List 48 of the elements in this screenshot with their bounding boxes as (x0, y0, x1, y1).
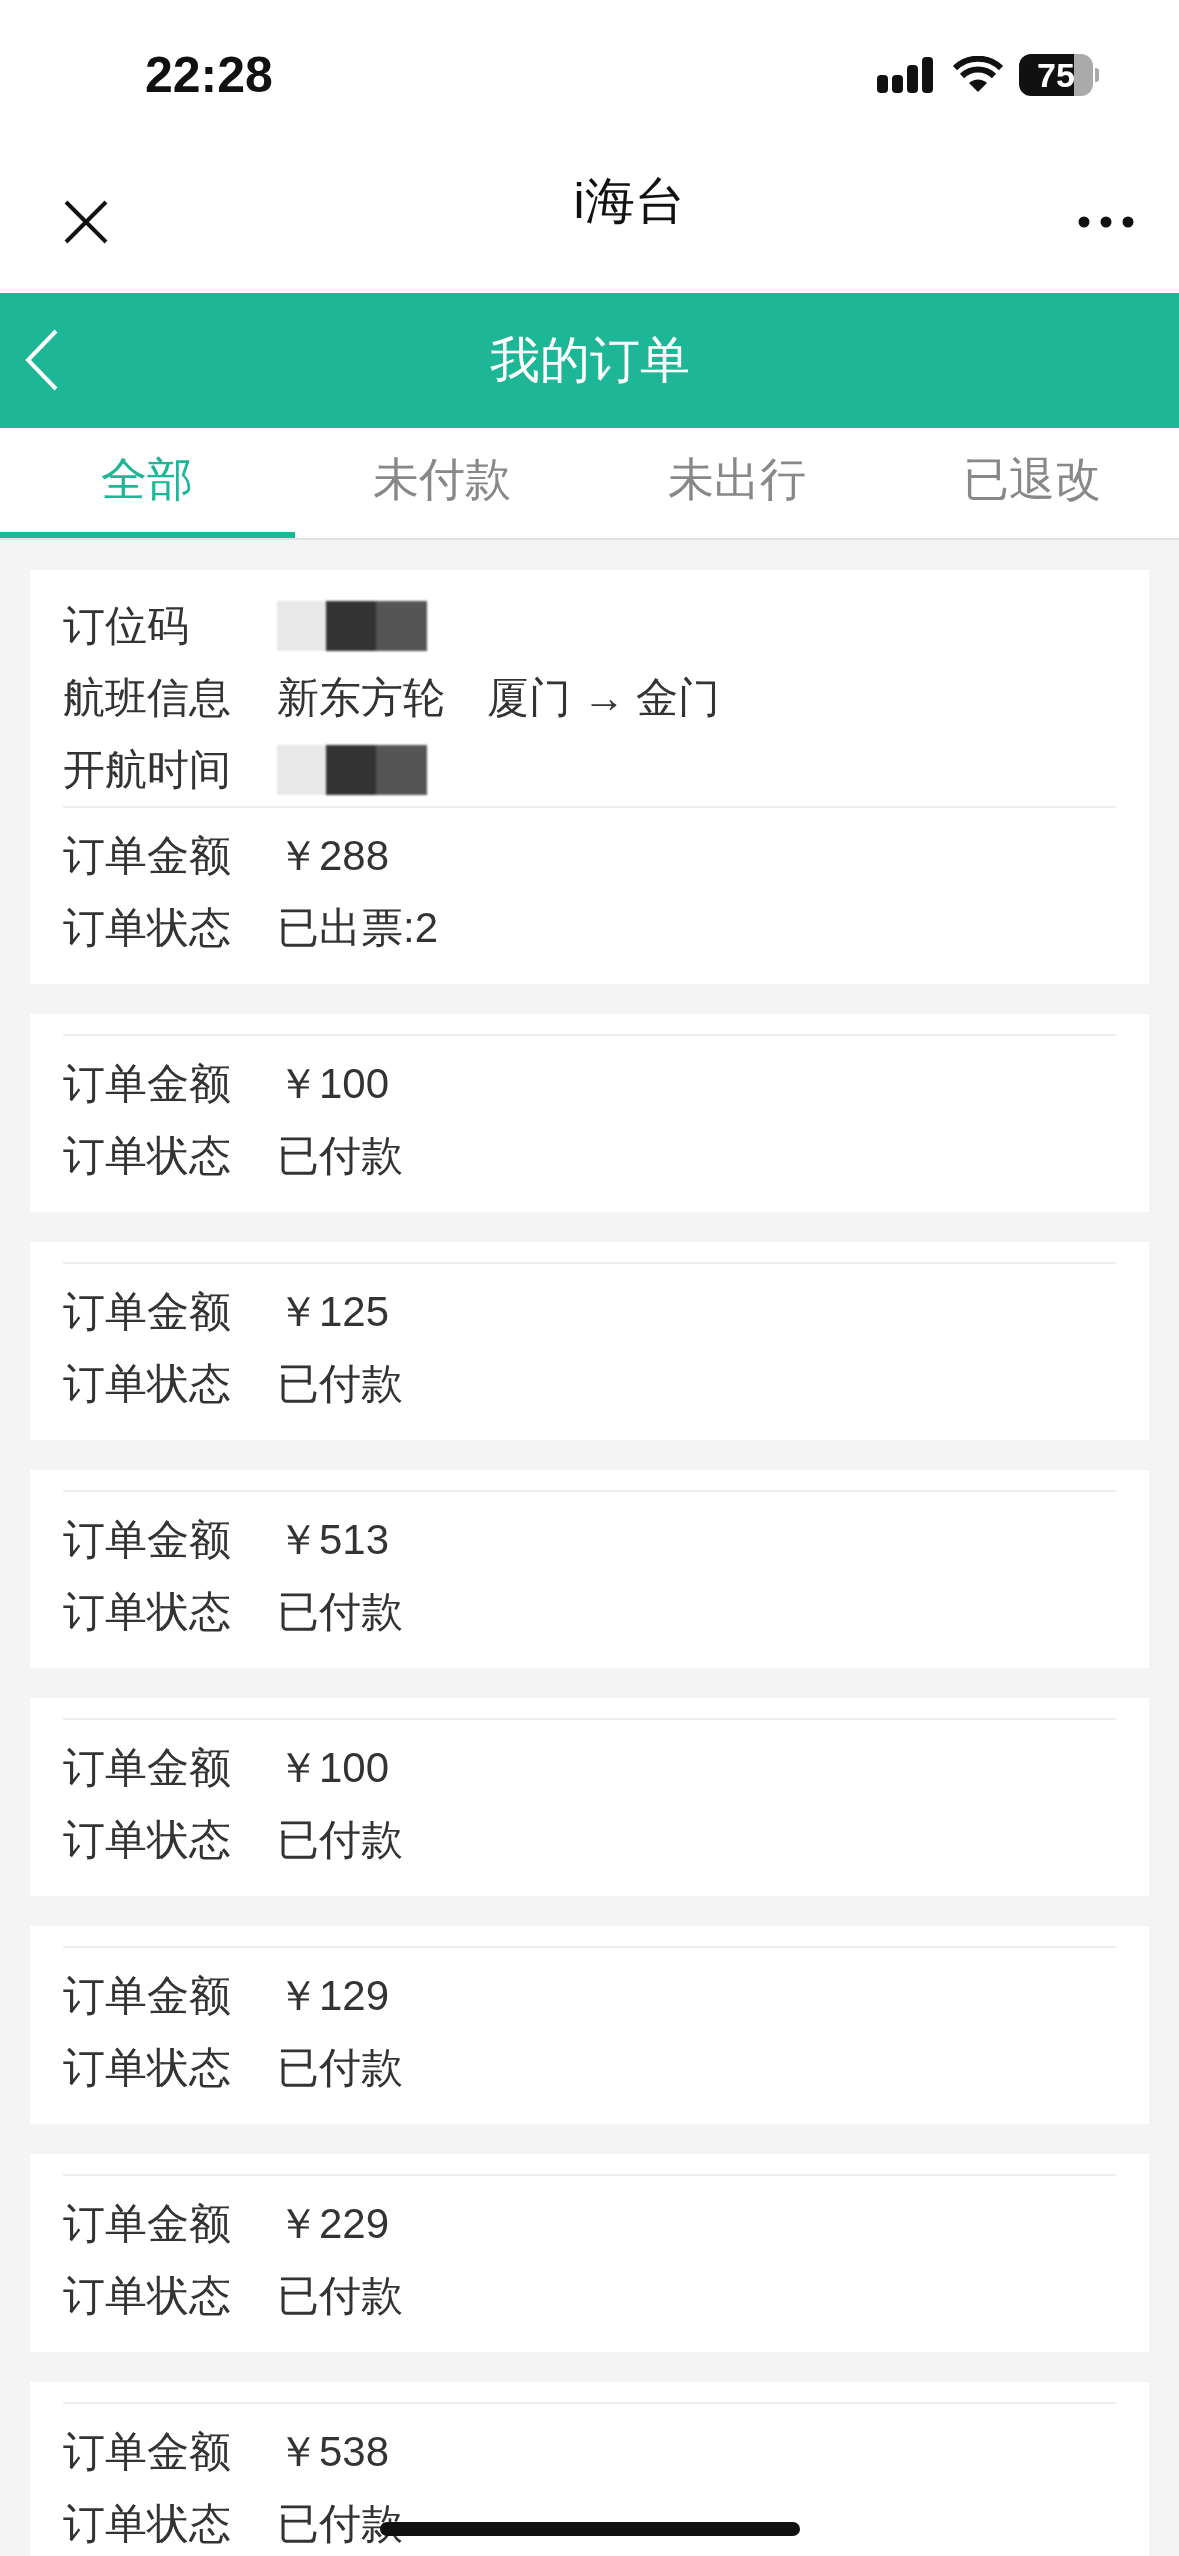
status-time: 22:28 (145, 46, 273, 104)
field-label: 订单金额 (63, 831, 232, 881)
order-card[interactable]: 订单金额 ￥125 订单状态 已付款 (30, 1242, 1149, 1440)
field-label: 订单状态 (63, 1131, 232, 1181)
order-amount: ￥538 (277, 2427, 390, 2477)
app-title: i海台 (573, 172, 685, 231)
order-status: 已出票:2 (277, 903, 439, 953)
order-card[interactable]: 订位码 航班信息 新东方轮 厦门 → 金门 开航时间 订单金额 ￥288 订单状态 已出票:2 (30, 570, 1149, 984)
field-label: 订单状态 (63, 1815, 232, 1865)
wifi-icon (953, 56, 1003, 94)
field-label: 订单金额 (63, 2199, 232, 2249)
field-label: 订单状态 (63, 1587, 232, 1637)
order-status: 已付款 (277, 1815, 403, 1865)
field-value: 新东方轮 厦门 → 金门 (277, 673, 721, 723)
field-label: 订单金额 (63, 2427, 232, 2477)
field-label: 订单状态 (63, 2043, 232, 2093)
order-amount: ￥229 (277, 2199, 390, 2249)
order-status: 已付款 (277, 2043, 403, 2093)
field-label: 订单金额 (63, 1743, 232, 1793)
order-amount: ￥129 (277, 1971, 390, 2021)
field-label: 订单金额 (63, 1971, 232, 2021)
field-label: 订单金额 (63, 1059, 232, 1109)
field-label: 订单金额 (63, 1515, 232, 1565)
field-label: 订单状态 (63, 1359, 232, 1409)
field-label: 订单状态 (63, 2271, 232, 2321)
field-label: 开航时间 (63, 745, 232, 795)
order-status: 已付款 (277, 1359, 403, 1409)
field-label: 订单状态 (63, 903, 232, 953)
back-icon[interactable] (25, 329, 59, 391)
order-amount: ￥288 (277, 831, 390, 881)
order-amount: ￥100 (277, 1743, 390, 1793)
order-card[interactable]: 订单金额 ￥129 订单状态 已付款 (30, 1926, 1149, 2124)
order-status: 已付款 (277, 1587, 403, 1637)
order-card[interactable]: 订单金额 ￥229 订单状态 已付款 (30, 2154, 1149, 2352)
order-card[interactable]: 订单金额 ￥513 订单状态 已付款 (30, 1470, 1149, 1668)
page-title: 我的订单 (489, 331, 690, 390)
field-label: 航班信息 (63, 673, 232, 723)
field-label: 订单金额 (63, 1287, 232, 1337)
order-status: 已付款 (277, 1131, 403, 1181)
order-amount: ￥125 (277, 1287, 390, 1337)
field-label: 订单状态 (63, 2499, 232, 2549)
order-card[interactable]: 订单金额 ￥100 订单状态 已付款 (30, 1014, 1149, 1212)
order-card[interactable]: 订单金额 ￥100 订单状态 已付款 (30, 1698, 1149, 1896)
order-status: 已付款 (277, 2271, 403, 2321)
order-amount: ￥513 (277, 1515, 390, 1565)
more-icon[interactable] (1078, 215, 1134, 228)
order-amount: ￥100 (277, 1059, 390, 1109)
field-label: 订位码 (63, 601, 190, 651)
